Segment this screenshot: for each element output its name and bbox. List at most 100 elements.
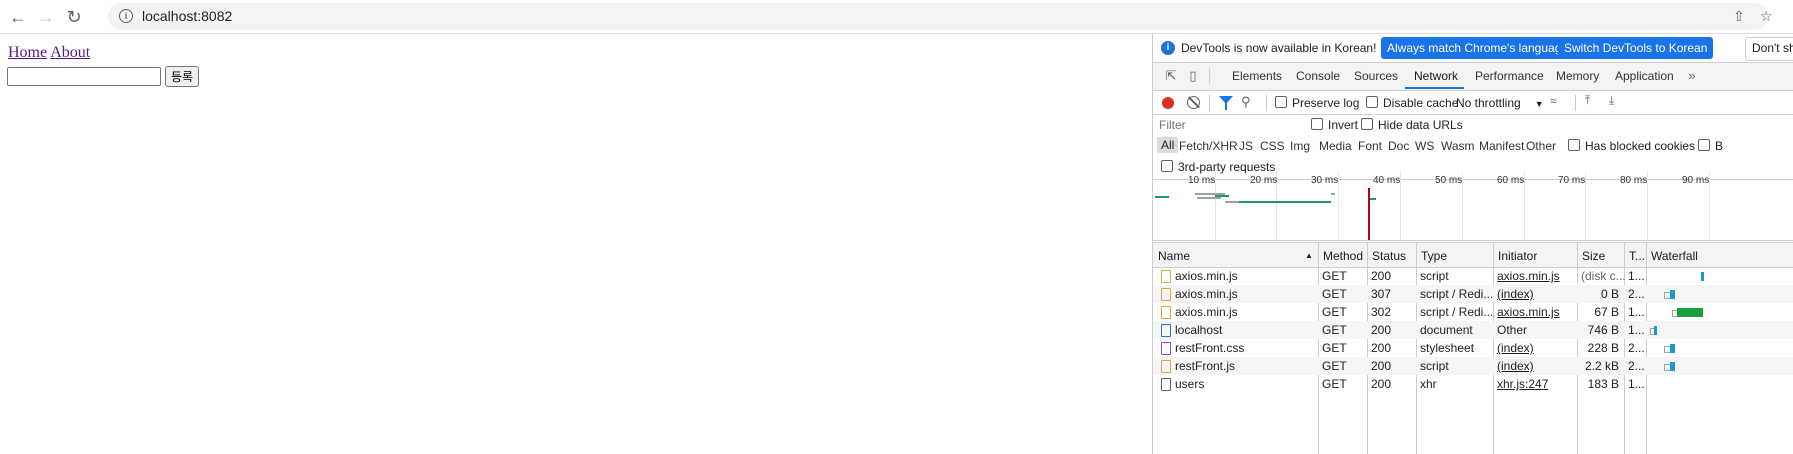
home-link[interactable]: Home (8, 44, 47, 61)
info-icon: i (1161, 41, 1175, 55)
checkbox-icon (1698, 139, 1710, 151)
reload-icon[interactable]: ↻ (63, 6, 85, 28)
hide-data-urls-checkbox[interactable]: Hide data URLs (1361, 118, 1463, 132)
more-tabs-icon[interactable]: » (1684, 68, 1700, 84)
waterfall-bar (1677, 308, 1703, 317)
inspect-element-icon[interactable]: ⇱ (1163, 68, 1179, 84)
address-url[interactable]: localhost:8082 (142, 8, 232, 24)
devtools-tabbar: ⇱ ▯ Elements Console Sources Network Per… (1153, 63, 1793, 91)
request-size: 746 B (1587, 323, 1619, 337)
table-row[interactable]: users GET 200 xhr xhr.js:247 183 B 1... (1153, 375, 1793, 393)
blocked-requests-checkbox[interactable]: B (1698, 139, 1723, 153)
checkbox-icon (1568, 139, 1580, 151)
request-status: 200 (1371, 269, 1392, 283)
column-time-header[interactable]: T... (1629, 249, 1645, 263)
checkbox-icon (1161, 160, 1173, 172)
type-media[interactable]: Media (1319, 139, 1352, 153)
type-all[interactable]: All (1157, 137, 1179, 153)
table-row[interactable]: restFront.css GET 200 stylesheet (index)… (1153, 339, 1793, 357)
request-initiator[interactable]: (index) (1497, 359, 1534, 373)
column-size-header[interactable]: Size (1582, 249, 1605, 263)
site-info-icon[interactable]: i (119, 9, 133, 23)
type-doc[interactable]: Doc (1388, 139, 1409, 153)
filter-bar: Invert Hide data URLs (1153, 115, 1793, 136)
preserve-log-label: Preserve log (1292, 96, 1360, 110)
checkbox-icon (1361, 118, 1373, 130)
type-js[interactable]: JS (1239, 139, 1253, 153)
request-initiator[interactable]: xhr.js:247 (1497, 377, 1548, 391)
request-method: GET (1322, 359, 1347, 373)
address-bar[interactable]: i localhost:8082 (108, 3, 1768, 30)
always-match-language-button[interactable]: Always match Chrome's language (1381, 37, 1575, 59)
tab-elements[interactable]: Elements (1232, 69, 1282, 83)
filter-funnel-icon[interactable] (1219, 96, 1233, 110)
request-size: 0 B (1600, 287, 1619, 301)
switch-to-korean-button[interactable]: Switch DevTools to Korean (1558, 37, 1714, 59)
table-row[interactable]: axios.min.js GET 200 script axios.min.js… (1153, 267, 1793, 285)
submit-button[interactable]: 등록 (165, 66, 200, 87)
column-status-header[interactable]: Status (1372, 249, 1406, 263)
forward-arrow-icon[interactable]: → (35, 6, 57, 28)
about-link[interactable]: About (50, 44, 90, 61)
request-name: axios.min.js (1175, 287, 1238, 301)
tick-label: 10 ms (1188, 175, 1216, 186)
table-row[interactable]: axios.min.js GET 307 script / Redi... (i… (1153, 285, 1793, 303)
request-initiator[interactable]: axios.min.js (1497, 269, 1560, 283)
preserve-log-checkbox[interactable]: Preserve log (1275, 96, 1359, 110)
column-name-header[interactable]: Name (1158, 249, 1190, 263)
has-blocked-cookies-checkbox[interactable]: Has blocked cookies (1568, 139, 1695, 153)
type-css[interactable]: CSS (1260, 139, 1285, 153)
disable-cache-checkbox[interactable]: Disable cache (1366, 96, 1458, 110)
table-row[interactable]: axios.min.js GET 302 script / Redi... ax… (1153, 303, 1793, 321)
request-time: 1... (1628, 323, 1644, 337)
request-initiator[interactable]: axios.min.js (1497, 305, 1560, 319)
checkbox-icon (1275, 96, 1287, 108)
tab-network[interactable]: Network (1414, 69, 1458, 83)
type-fetch-xhr[interactable]: Fetch/XHR (1179, 139, 1238, 153)
clear-icon[interactable] (1187, 96, 1200, 109)
request-type: script / Redi... (1420, 287, 1492, 301)
request-initiator[interactable]: (index) (1497, 287, 1534, 301)
record-icon[interactable] (1162, 97, 1174, 109)
invert-checkbox[interactable]: Invert (1311, 118, 1358, 132)
table-row[interactable]: localhost GET 200 document Other 746 B 1… (1153, 321, 1793, 339)
tick-label: 30 ms (1311, 175, 1339, 186)
timeline-overview[interactable]: 10 ms 20 ms 30 ms 40 ms 50 ms 60 ms 70 m… (1153, 172, 1793, 241)
tab-application[interactable]: Application (1615, 69, 1674, 83)
tab-memory[interactable]: Memory (1556, 69, 1599, 83)
throttling-select[interactable]: No throttling ▼ (1456, 96, 1544, 110)
checkbox-icon (1366, 96, 1378, 108)
overview-bar (1225, 201, 1239, 203)
request-name: restFront.css (1175, 341, 1245, 355)
share-icon[interactable]: ⇧ (1733, 8, 1745, 25)
search-icon[interactable]: ⚲ (1241, 94, 1251, 110)
export-har-icon[interactable]: ⤓ (1609, 93, 1614, 108)
xhr-file-icon (1161, 378, 1171, 391)
column-type-header[interactable]: Type (1421, 249, 1447, 263)
type-ws[interactable]: WS (1415, 139, 1434, 153)
table-row[interactable]: restFront.js GET 200 script (index) 2.2 … (1153, 357, 1793, 375)
column-method-header[interactable]: Method (1323, 249, 1363, 263)
request-method: GET (1322, 323, 1347, 337)
network-conditions-icon[interactable]: ≈ (1550, 94, 1557, 108)
request-initiator[interactable]: (index) (1497, 341, 1534, 355)
type-img[interactable]: Img (1290, 139, 1310, 153)
type-font[interactable]: Font (1358, 139, 1382, 153)
username-input[interactable] (7, 67, 161, 86)
type-manifest[interactable]: Manifest (1479, 139, 1524, 153)
bookmark-star-icon[interactable]: ☆ (1760, 8, 1773, 25)
column-waterfall-header[interactable]: Waterfall (1651, 249, 1698, 263)
tab-performance[interactable]: Performance (1475, 69, 1544, 83)
tab-console[interactable]: Console (1296, 69, 1340, 83)
filter-input[interactable] (1157, 117, 1299, 133)
column-initiator-header[interactable]: Initiator (1498, 249, 1537, 263)
import-har-icon[interactable]: ⤒ (1585, 93, 1590, 108)
tick-label: 90 ms (1682, 175, 1710, 186)
device-toolbar-icon[interactable]: ▯ (1185, 68, 1201, 84)
checkbox-icon (1311, 118, 1323, 130)
back-arrow-icon[interactable]: ← (7, 6, 29, 28)
dont-show-again-button[interactable]: Don't sh (1745, 37, 1793, 61)
type-other[interactable]: Other (1526, 139, 1556, 153)
type-wasm[interactable]: Wasm (1441, 139, 1475, 153)
tab-sources[interactable]: Sources (1354, 69, 1398, 83)
